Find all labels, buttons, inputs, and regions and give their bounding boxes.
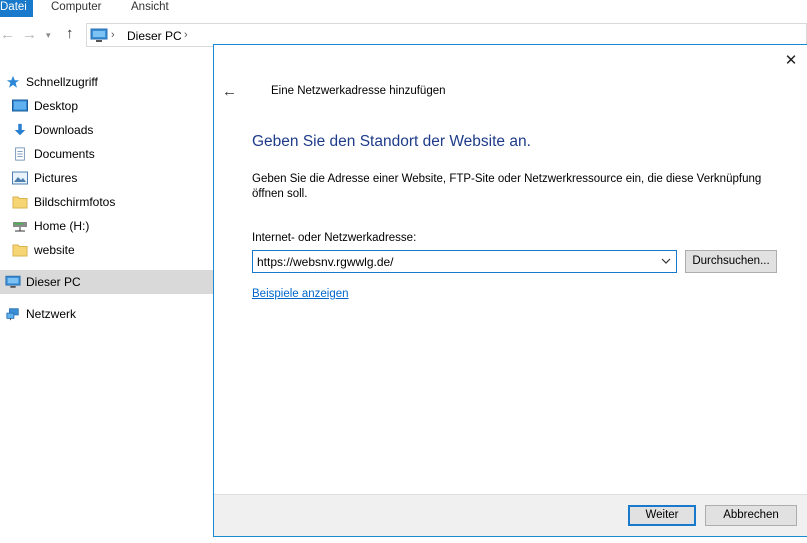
folder-icon [12,196,28,209]
tab-ansicht[interactable]: Ansicht [131,0,169,17]
address-field-label: Internet- oder Netzwerkadresse: [252,232,417,244]
browse-button[interactable]: Durchsuchen... [685,250,777,273]
forward-arrow-icon[interactable]: → [22,26,37,43]
nav-item-pictures[interactable]: Pictures [0,166,214,190]
nav-item-home-drive[interactable]: Home (H:) [0,214,214,238]
nav-item-label: Downloads [34,123,94,137]
nav-item-bildschirmfotos[interactable]: Bildschirmfotos [0,190,214,214]
cancel-button[interactable]: Abbrechen [705,505,797,526]
ribbon-tabs: Datei Computer Ansicht [0,0,807,17]
recent-chevron-icon[interactable]: ▾ [46,30,51,41]
chevron-right-icon[interactable]: › [111,29,115,41]
address-combobox[interactable] [252,250,677,273]
documents-icon [15,147,25,161]
download-icon [14,123,26,136]
back-arrow-icon[interactable]: ← [0,26,15,43]
computer-icon [5,275,21,288]
nav-item-downloads[interactable]: Downloads [0,118,214,142]
nav-item-desktop[interactable]: Desktop [0,94,214,118]
chevron-down-icon[interactable] [660,255,672,267]
up-arrow-icon[interactable]: ↑ [66,25,74,42]
nav-item-label: Pictures [34,171,78,185]
nav-item-netzwerk[interactable]: Netzwerk [0,302,214,326]
explorer-window: Datei Computer Ansicht ← → ▾ ↑ › Dieser … [0,0,807,543]
add-network-location-dialog: ✕ ← Eine Netzwerkadresse hinzufügen Gebe… [213,44,807,537]
dialog-description: Geben Sie die Adresse einer Website, FTP… [252,173,762,200]
address-input[interactable] [253,251,653,272]
tab-computer[interactable]: Computer [51,0,102,17]
dialog-title: Eine Netzwerkadresse hinzufügen [271,85,446,97]
folder-icon [12,244,28,257]
nav-item-label: Desktop [34,99,79,113]
pictures-icon [12,171,28,185]
nav-item-label: Netzwerk [26,307,77,321]
nav-item-label: Bildschirmfotos [34,195,116,209]
nav-item-schnellzugriff[interactable]: Schnellzugriff [0,70,214,94]
examples-link[interactable]: Beispiele anzeigen [252,288,349,300]
nav-item-label: Dieser PC [26,275,81,289]
nav-item-label: website [34,243,75,257]
nav-item-website[interactable]: website [0,238,214,262]
network-drive-icon [13,222,27,232]
dialog-heading: Geben Sie den Standort der Website an. [252,133,531,150]
nav-item-label: Documents [34,147,95,161]
computer-icon [90,28,108,42]
network-icon [6,308,19,321]
back-arrow-icon[interactable]: ← [222,83,237,100]
chevron-right-icon[interactable]: › [184,29,188,41]
star-icon [6,75,20,88]
nav-item-dieser-pc[interactable]: Dieser PC [0,270,214,294]
next-button[interactable]: Weiter [628,505,696,526]
nav-item-label: Schnellzugriff [26,75,98,89]
address-path: Dieser PC [127,29,182,43]
tab-datei[interactable]: Datei [0,0,33,17]
nav-item-documents[interactable]: Documents [0,142,214,166]
dialog-footer: Weiter Abbrechen [214,494,807,536]
close-icon[interactable]: ✕ [783,53,799,69]
desktop-icon [12,99,28,112]
nav-item-label: Home (H:) [34,219,90,233]
